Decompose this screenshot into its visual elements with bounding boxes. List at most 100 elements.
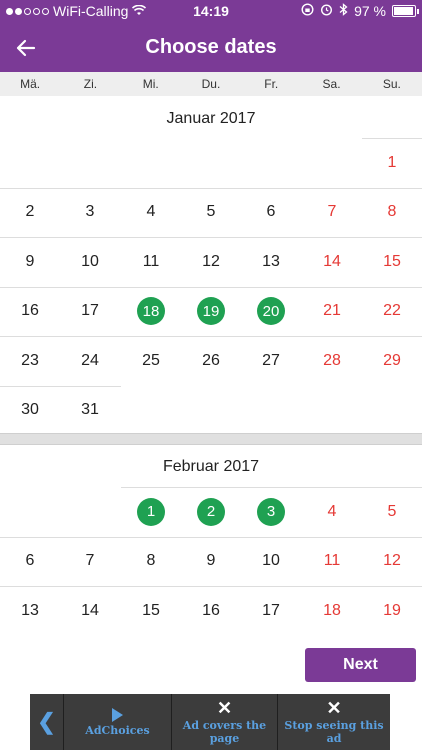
day-number: 11 — [142, 252, 160, 270]
calendar-day[interactable]: 12 — [181, 237, 241, 286]
calendar-day[interactable]: 1 — [362, 138, 422, 187]
calendar-day[interactable]: 7 — [60, 537, 120, 586]
calendar-day[interactable]: 24 — [60, 336, 120, 385]
day-number: 23 — [21, 351, 39, 369]
month-title: Januar 2017 — [166, 110, 256, 127]
calendar-day[interactable]: 14 — [60, 586, 120, 635]
ad-covers-page-button[interactable]: ✕ Ad covers the page — [172, 694, 278, 750]
calendar-day[interactable]: 16 — [0, 287, 60, 336]
day-number: 27 — [262, 351, 280, 369]
weekday-label: Fr. — [264, 77, 279, 91]
calendar-day[interactable]: 13 — [0, 586, 60, 635]
day-number: 16 — [202, 601, 220, 619]
weekday-label: Mä. — [20, 77, 41, 91]
calendar-day[interactable]: 11 — [302, 537, 362, 586]
calendar-day[interactable]: 17 — [60, 287, 120, 336]
calendar-day[interactable]: 3 — [60, 188, 120, 237]
day-number: 1 — [387, 153, 397, 171]
day-number: 7 — [85, 552, 95, 569]
calendar-day[interactable]: 19 — [362, 586, 422, 635]
battery-icon — [392, 5, 419, 17]
status-right: 97 % — [301, 3, 419, 19]
calendar-day[interactable]: 1 — [121, 487, 181, 536]
calendar-day[interactable]: 9 — [181, 537, 241, 586]
calendar-day[interactable]: 3 — [241, 487, 301, 536]
close-icon: ✕ — [216, 698, 233, 718]
day-number: 24 — [81, 351, 99, 369]
rotation-lock-icon — [301, 3, 314, 19]
day-number: 12 — [383, 552, 401, 569]
calendar-day[interactable]: 26 — [181, 336, 241, 385]
day-number: 13 — [262, 252, 280, 270]
day-number: 15 — [383, 252, 401, 270]
calendar-day[interactable]: 14 — [302, 237, 362, 286]
calendar-day[interactable]: 12 — [362, 537, 422, 586]
day-number: 8 — [387, 203, 397, 220]
calendar-day[interactable]: 17 — [241, 586, 301, 635]
calendar-day[interactable]: 30 — [0, 386, 60, 435]
calendar-day[interactable]: 11 — [121, 237, 181, 286]
adchoices-button[interactable]: AdChoices — [64, 694, 172, 750]
weekday-header: Mä. Zi. Mi. Du. Fr. Sa. Su. — [0, 72, 422, 96]
calendar-day[interactable]: 29 — [362, 336, 422, 385]
calendar-day[interactable]: 8 — [121, 537, 181, 586]
day-number: 28 — [323, 351, 341, 369]
calendar-day[interactable]: 31 — [60, 386, 120, 435]
calendar-day[interactable]: 16 — [181, 586, 241, 635]
day-number: 5 — [206, 203, 216, 220]
selected-day-marker: 20 — [257, 297, 285, 325]
calendar-day[interactable]: 15 — [362, 237, 422, 286]
calendar-day[interactable]: 2 — [0, 188, 60, 237]
alarm-icon — [320, 3, 333, 19]
calendar-day[interactable]: 23 — [0, 336, 60, 385]
day-number: 10 — [81, 252, 99, 270]
calendar-day[interactable]: 20 — [241, 287, 301, 336]
calendar-day[interactable]: 15 — [121, 586, 181, 635]
calendar-day[interactable]: 28 — [302, 336, 362, 385]
day-number: 4 — [327, 502, 337, 520]
day-number: 17 — [262, 601, 280, 619]
day-number: 16 — [21, 302, 39, 319]
day-number: 14 — [323, 252, 341, 270]
day-number: 7 — [327, 203, 337, 220]
calendar-day[interactable]: 18 — [121, 287, 181, 336]
calendar-day[interactable]: 10 — [60, 237, 120, 286]
ad-covers-page-label: Ad covers the page — [182, 719, 267, 745]
day-number: 29 — [383, 351, 401, 369]
status-bar: WiFi-Calling 14:19 97 % — [0, 0, 422, 24]
calendar-day[interactable]: 5 — [181, 188, 241, 237]
day-number: 21 — [323, 302, 341, 319]
calendar-day[interactable]: 4 — [121, 188, 181, 237]
calendar-day[interactable]: 6 — [241, 188, 301, 237]
close-icon: ✕ — [326, 698, 342, 718]
day-number: 6 — [25, 552, 35, 569]
calendar-day[interactable]: 21 — [302, 287, 362, 336]
calendar-day[interactable]: 13 — [241, 237, 301, 286]
next-button[interactable]: Next — [305, 648, 416, 682]
calendar-day[interactable]: 25 — [121, 336, 181, 385]
day-number: 17 — [81, 302, 99, 319]
day-number: 22 — [383, 302, 401, 319]
day-number: 4 — [146, 203, 156, 220]
calendar-day[interactable]: 8 — [362, 188, 422, 237]
stop-seeing-ad-label: Stop seeing this ad — [284, 719, 384, 745]
calendar-day[interactable]: 22 — [362, 287, 422, 336]
calendar-day[interactable]: 7 — [302, 188, 362, 237]
weekday-label: Zi. — [83, 77, 98, 91]
calendar-day[interactable]: 18 — [302, 586, 362, 635]
calendar-day[interactable]: 19 — [181, 287, 241, 336]
calendar-day[interactable]: 27 — [241, 336, 301, 385]
calendar-day[interactable]: 10 — [241, 537, 301, 586]
day-number: 19 — [383, 601, 401, 619]
stop-seeing-ad-button[interactable]: ✕ Stop seeing this ad — [278, 694, 390, 750]
calendar-day[interactable]: 5 — [362, 487, 422, 536]
day-number: 9 — [25, 252, 35, 270]
day-number: 11 — [323, 552, 341, 569]
ad-banner: ❮ AdChoices ✕ Ad covers the page ✕ Stop … — [30, 694, 390, 750]
calendar-day[interactable]: 2 — [181, 487, 241, 536]
day-number: 13 — [21, 601, 39, 619]
ad-back-button[interactable]: ❮ — [30, 694, 64, 750]
calendar-day[interactable]: 4 — [302, 487, 362, 536]
calendar-day[interactable]: 6 — [0, 537, 60, 586]
calendar-day[interactable]: 9 — [0, 237, 60, 286]
